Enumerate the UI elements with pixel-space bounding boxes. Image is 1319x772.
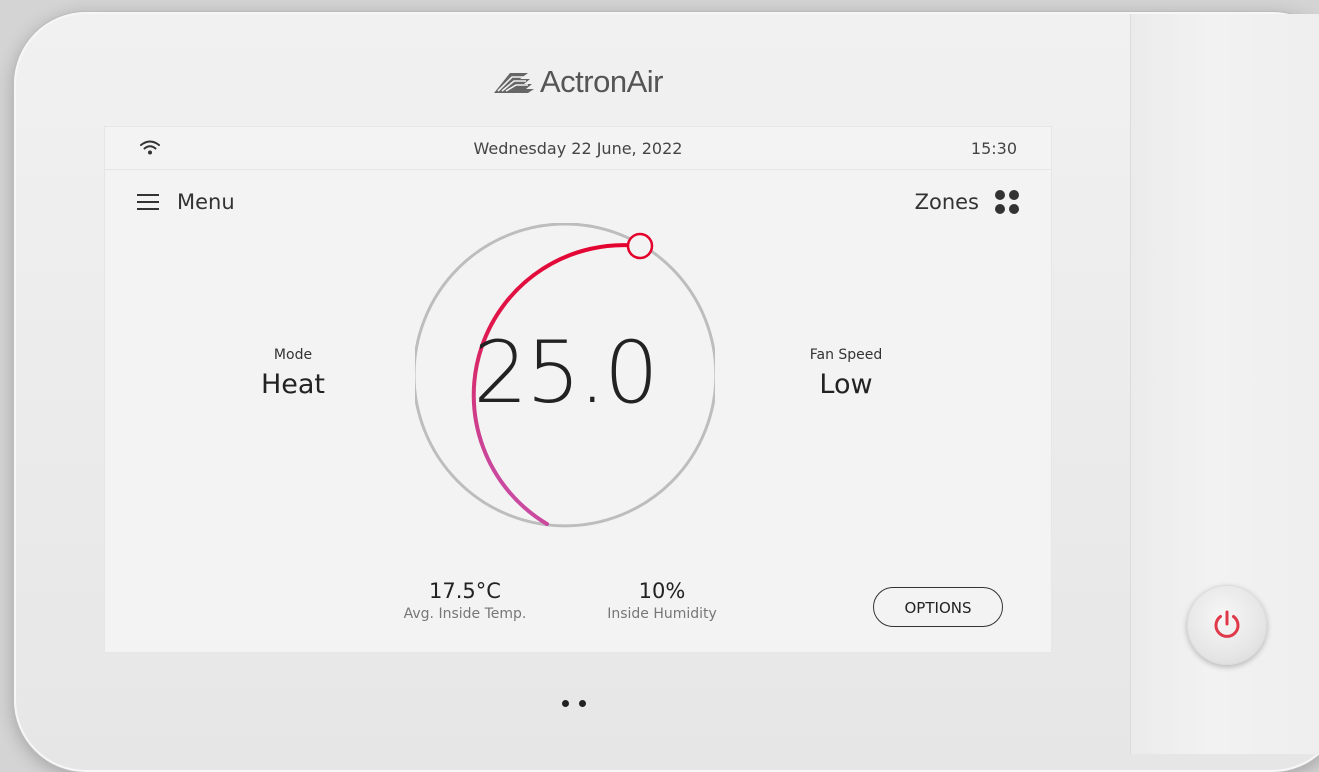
menu-button[interactable]: Menu bbox=[137, 190, 235, 214]
status-bar: Wednesday 22 June, 2022 15:30 bbox=[105, 127, 1051, 170]
brand-logo: ActronAir bbox=[490, 62, 663, 102]
setpoint-temperature: 25.0 bbox=[473, 323, 658, 423]
inside-humidity-reading: 10% Inside Humidity bbox=[597, 579, 727, 622]
options-button[interactable]: OPTIONS bbox=[873, 587, 1003, 627]
status-date: Wednesday 22 June, 2022 bbox=[473, 139, 683, 158]
menu-label: Menu bbox=[177, 190, 235, 214]
page-dot[interactable] bbox=[579, 700, 586, 707]
power-icon bbox=[1214, 610, 1240, 638]
zones-button[interactable]: Zones bbox=[915, 190, 1019, 214]
four-dots-icon bbox=[995, 190, 1019, 214]
touch-screen: Wednesday 22 June, 2022 15:30 Menu Zones… bbox=[105, 127, 1051, 652]
inside-humidity-value: 10% bbox=[638, 579, 686, 603]
mode-control[interactable]: Mode Heat bbox=[243, 347, 343, 400]
fan-speed-value: Low bbox=[819, 369, 873, 400]
hamburger-icon bbox=[137, 194, 159, 210]
page-indicator[interactable] bbox=[562, 700, 586, 707]
actronair-logo-icon bbox=[494, 73, 534, 93]
mode-label: Mode bbox=[273, 347, 313, 363]
page-dot[interactable] bbox=[562, 700, 569, 707]
inside-temp-value: 17.5°C bbox=[429, 579, 501, 603]
inside-humidity-label: Inside Humidity bbox=[607, 606, 717, 622]
brand-name: ActronAir bbox=[540, 64, 663, 99]
inside-temp-label: Avg. Inside Temp. bbox=[403, 606, 527, 622]
zones-label: Zones bbox=[914, 190, 979, 214]
setpoint-handle[interactable] bbox=[626, 232, 654, 260]
inside-temp-reading: 17.5°C Avg. Inside Temp. bbox=[385, 579, 545, 622]
status-time: 15:30 bbox=[970, 139, 1017, 158]
fan-speed-control[interactable]: Fan Speed Low bbox=[785, 347, 907, 400]
power-button[interactable] bbox=[1187, 585, 1267, 665]
mode-value: Heat bbox=[260, 369, 326, 400]
fan-speed-label: Fan Speed bbox=[809, 347, 883, 363]
